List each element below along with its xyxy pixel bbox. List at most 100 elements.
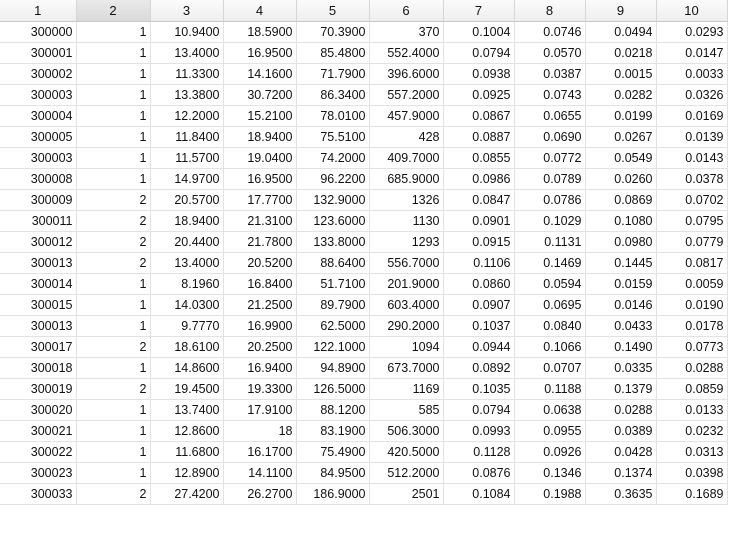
table-cell[interactable]: 20.5200 [223,252,297,274]
table-cell[interactable]: 0.0594 [514,273,586,295]
table-cell[interactable]: 300015 [0,294,77,316]
table-cell[interactable]: 300022 [0,441,77,463]
table-cell[interactable]: 12.8900 [150,462,224,484]
table-cell[interactable]: 1169 [369,378,444,400]
table-cell[interactable]: 89.7900 [296,294,370,316]
table-cell[interactable]: 0.0980 [585,231,657,253]
table-cell[interactable]: 0.0887 [443,126,515,148]
table-cell[interactable]: 300018 [0,357,77,379]
table-cell[interactable]: 0.0389 [585,420,657,442]
table-cell[interactable]: 0.0795 [656,210,728,232]
column-header-7[interactable]: 7 [443,0,515,22]
table-cell[interactable]: 300000 [0,21,77,43]
table-cell[interactable]: 1 [76,63,151,85]
table-cell[interactable]: 0.0378 [656,168,728,190]
table-cell[interactable]: 409.7000 [369,147,444,169]
table-cell[interactable]: 300003 [0,147,77,169]
table-cell[interactable]: 0.0907 [443,294,515,316]
table-cell[interactable]: 0.0282 [585,84,657,106]
table-cell[interactable]: 78.0100 [296,105,370,127]
table-cell[interactable]: 14.8600 [150,357,224,379]
table-cell[interactable]: 1 [76,315,151,337]
table-cell[interactable]: 300011 [0,210,77,232]
table-cell[interactable]: 300019 [0,378,77,400]
table-cell[interactable]: 0.0494 [585,21,657,43]
table-cell[interactable]: 300020 [0,399,77,421]
table-cell[interactable]: 85.4800 [296,42,370,64]
table-cell[interactable]: 18.5900 [223,21,297,43]
table-cell[interactable]: 14.9700 [150,168,224,190]
table-cell[interactable]: 1 [76,273,151,295]
table-cell[interactable]: 16.9900 [223,315,297,337]
table-cell[interactable]: 300002 [0,63,77,85]
table-cell[interactable]: 8.1960 [150,273,224,295]
table-cell[interactable]: 0.1379 [585,378,657,400]
table-cell[interactable]: 16.1700 [223,441,297,463]
table-cell[interactable]: 420.5000 [369,441,444,463]
table-cell[interactable]: 20.4400 [150,231,224,253]
table-cell[interactable]: 0.0876 [443,462,515,484]
table-cell[interactable]: 300013 [0,252,77,274]
table-cell[interactable]: 0.0892 [443,357,515,379]
table-cell[interactable]: 2 [76,210,151,232]
table-cell[interactable]: 290.2000 [369,315,444,337]
table-cell[interactable]: 552.4000 [369,42,444,64]
table-cell[interactable]: 2 [76,378,151,400]
column-header-1[interactable]: 1 [0,0,77,22]
table-cell[interactable]: 1 [76,357,151,379]
table-cell[interactable]: 0.1080 [585,210,657,232]
table-cell[interactable]: 300014 [0,273,77,295]
table-cell[interactable]: 75.5100 [296,126,370,148]
table-cell[interactable]: 300012 [0,231,77,253]
table-cell[interactable]: 0.1066 [514,336,586,358]
table-cell[interactable]: 0.1188 [514,378,586,400]
table-cell[interactable]: 13.4000 [150,42,224,64]
table-cell[interactable]: 0.0398 [656,462,728,484]
table-cell[interactable]: 0.0773 [656,336,728,358]
table-cell[interactable]: 300033 [0,483,77,505]
table-cell[interactable]: 17.9100 [223,399,297,421]
column-header-4[interactable]: 4 [223,0,297,22]
table-cell[interactable]: 0.0146 [585,294,657,316]
table-cell[interactable]: 96.2200 [296,168,370,190]
table-cell[interactable]: 94.8900 [296,357,370,379]
table-cell[interactable]: 2 [76,189,151,211]
table-cell[interactable]: 0.0925 [443,84,515,106]
table-cell[interactable]: 0.0944 [443,336,515,358]
table-cell[interactable]: 10.9400 [150,21,224,43]
table-cell[interactable]: 0.0178 [656,315,728,337]
table-cell[interactable]: 0.0133 [656,399,728,421]
table-cell[interactable]: 2 [76,252,151,274]
table-cell[interactable]: 16.8400 [223,273,297,295]
table-cell[interactable]: 2501 [369,483,444,505]
table-cell[interactable]: 13.3800 [150,84,224,106]
table-cell[interactable]: 0.0867 [443,105,515,127]
table-cell[interactable]: 557.2000 [369,84,444,106]
column-header-6[interactable]: 6 [369,0,444,22]
table-cell[interactable]: 75.4900 [296,441,370,463]
table-cell[interactable]: 0.0147 [656,42,728,64]
table-cell[interactable]: 0.1106 [443,252,515,274]
table-cell[interactable]: 18.6100 [150,336,224,358]
table-cell[interactable]: 74.2000 [296,147,370,169]
table-cell[interactable]: 83.1900 [296,420,370,442]
table-cell[interactable]: 1130 [369,210,444,232]
table-cell[interactable]: 0.1469 [514,252,586,274]
table-cell[interactable]: 0.0859 [656,378,728,400]
table-cell[interactable]: 19.0400 [223,147,297,169]
table-cell[interactable]: 0.0313 [656,441,728,463]
table-cell[interactable]: 0.0638 [514,399,586,421]
table-cell[interactable]: 1 [76,294,151,316]
table-cell[interactable]: 300021 [0,420,77,442]
table-cell[interactable]: 1 [76,168,151,190]
table-cell[interactable]: 27.4200 [150,483,224,505]
table-cell[interactable]: 0.0267 [585,126,657,148]
column-header-9[interactable]: 9 [585,0,657,22]
table-cell[interactable]: 0.1988 [514,483,586,505]
table-cell[interactable]: 0.0015 [585,63,657,85]
table-cell[interactable]: 14.0300 [150,294,224,316]
table-cell[interactable]: 300008 [0,168,77,190]
table-cell[interactable]: 506.3000 [369,420,444,442]
table-cell[interactable]: 396.6000 [369,63,444,85]
table-cell[interactable]: 0.0335 [585,357,657,379]
